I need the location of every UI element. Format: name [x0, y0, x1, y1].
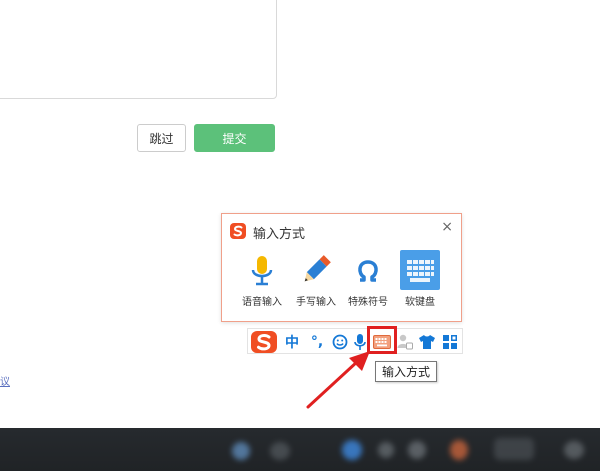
sogou-logo-icon[interactable]	[249, 331, 279, 353]
voice-input-tool[interactable]: 语音输入	[238, 250, 286, 308]
agreement-link[interactable]: 议	[0, 373, 10, 388]
sogou-logo-icon	[230, 223, 246, 239]
taskbar-app-icon[interactable]	[450, 440, 468, 460]
toolbox-icon[interactable]	[439, 331, 461, 353]
pencil-icon	[296, 250, 336, 290]
taskbar-app-icon[interactable]	[232, 442, 250, 460]
taskbar-app-icon[interactable]	[408, 441, 426, 459]
special-symbols-tool[interactable]: 特殊符号	[344, 250, 392, 308]
keyboard-icon	[400, 250, 440, 290]
taskbar-app-icon[interactable]	[342, 440, 362, 460]
tool-label: 语音输入	[242, 297, 282, 308]
panel-title: 输入方式	[253, 227, 306, 242]
taskbar	[0, 428, 600, 471]
skin-icon[interactable]	[417, 331, 437, 353]
annotation-arrow-icon	[306, 351, 370, 409]
ime-input-method-panel: 输入方式 × 语音输入 手写输入 特殊符号 软键盘	[221, 213, 462, 322]
skip-button[interactable]: 跳过	[137, 124, 186, 152]
user-icon[interactable]	[396, 331, 414, 353]
soft-keyboard-tool[interactable]: 软键盘	[396, 250, 444, 308]
tool-label: 特殊符号	[348, 297, 388, 308]
close-icon[interactable]: ×	[441, 219, 453, 235]
taskbar-notification-icon[interactable]	[564, 441, 584, 459]
omega-icon	[348, 250, 388, 290]
taskbar-app-icon[interactable]	[270, 442, 290, 460]
submit-button[interactable]: 提交	[194, 124, 275, 152]
chinese-mode-toggle[interactable]: 中	[282, 331, 302, 353]
tool-label: 手写输入	[296, 297, 336, 308]
taskbar-app-icon[interactable]	[378, 442, 394, 458]
comment-textarea[interactable]	[0, 0, 277, 99]
tooltip: 输入方式	[375, 361, 438, 382]
handwriting-input-tool[interactable]: 手写输入	[292, 250, 340, 308]
tool-label: 软键盘	[405, 297, 435, 308]
microphone-icon	[242, 250, 282, 290]
taskbar-clock[interactable]	[494, 438, 534, 460]
